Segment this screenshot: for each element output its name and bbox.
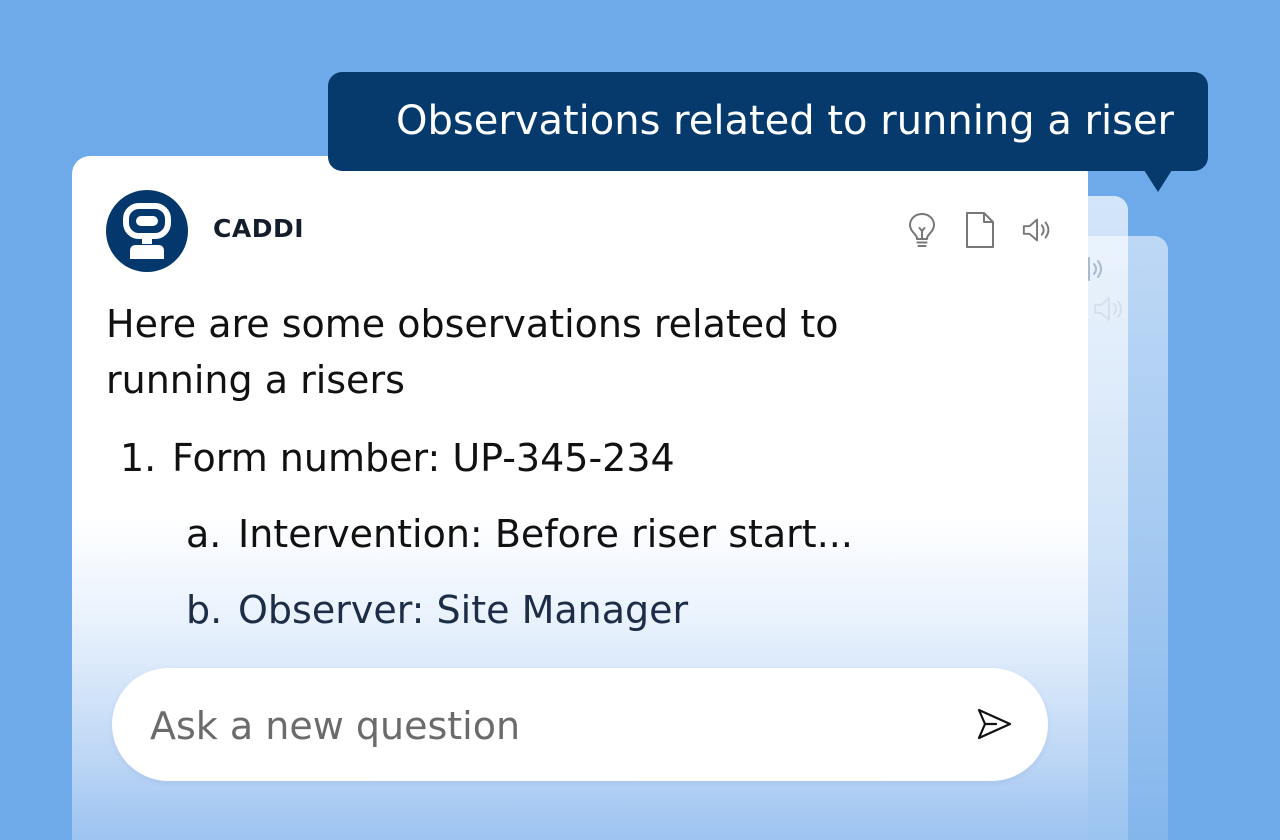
bot-name: CADDI (213, 214, 305, 243)
response-actions (904, 210, 1056, 250)
sub-list-item-text: Intervention: Before riser start... (238, 512, 853, 556)
chat-response-card: CADDI Here are some observations related… (72, 156, 1088, 840)
user-query-text: Observations related to running a riser (396, 98, 1174, 144)
user-query-bubble: Observations related to running a riser (328, 72, 1208, 171)
sub-list-marker: a. (186, 512, 222, 556)
sub-list-item: b. Observer: Site Manager (186, 586, 688, 634)
send-icon (977, 708, 1012, 740)
list-item: 1. Form number: UP-345-234 (120, 434, 675, 482)
list-marker: 1. (120, 436, 157, 480)
document-icon (966, 212, 994, 248)
document-button[interactable] (962, 210, 998, 250)
send-button[interactable] (970, 700, 1018, 748)
sub-list-item-text: Observer: Site Manager (238, 588, 689, 632)
speaker-button[interactable] (1020, 210, 1056, 250)
sub-list-marker: b. (186, 588, 223, 632)
ask-question-bar (112, 668, 1048, 783)
list-item-text: Form number: UP-345-234 (172, 436, 675, 480)
lightbulb-icon (909, 213, 935, 247)
idea-button[interactable] (904, 210, 940, 250)
robot-icon (123, 203, 171, 259)
speaker-icon (1022, 218, 1050, 242)
response-intro-text: Here are some observations related to ru… (106, 302, 839, 402)
bot-avatar (106, 190, 188, 272)
app-stage: CADDI Here are some observations related… (0, 0, 1280, 840)
bubble-tail (1144, 170, 1172, 192)
ask-question-input[interactable] (148, 668, 932, 783)
sub-list-item: a. Intervention: Before riser start... (186, 510, 853, 558)
